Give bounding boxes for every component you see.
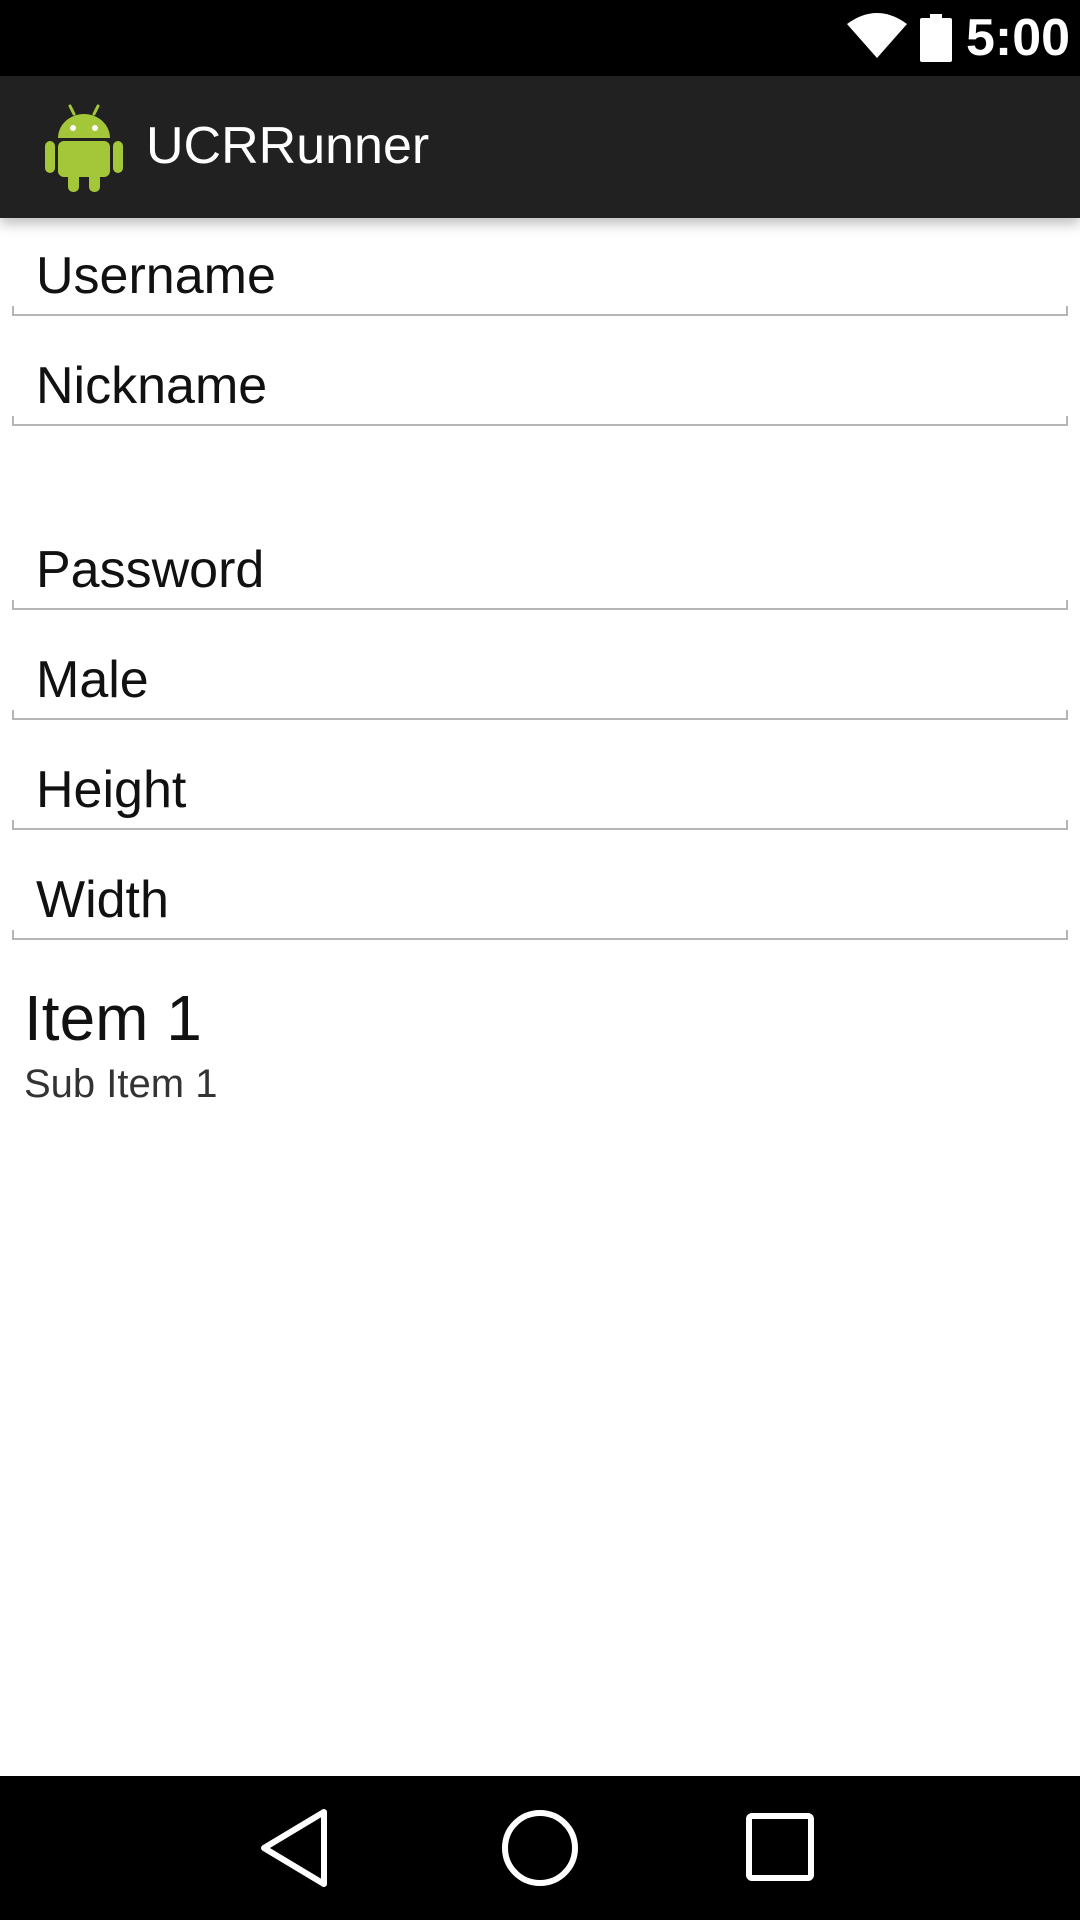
wifi-icon bbox=[847, 13, 907, 58]
app-title: UCRRunner bbox=[146, 117, 430, 175]
list-item-title: Item 1 bbox=[24, 982, 202, 1054]
height-hint: Height bbox=[36, 761, 187, 819]
android-icon bbox=[45, 104, 123, 192]
password-hint: Password bbox=[36, 541, 265, 599]
nickname-hint: Nickname bbox=[36, 357, 268, 415]
gender-field[interactable]: Male bbox=[12, 634, 1068, 720]
nickname-field[interactable]: Nickname bbox=[12, 340, 1068, 426]
password-underline bbox=[12, 600, 1068, 610]
gender-hint: Male bbox=[36, 651, 149, 709]
status-bar: 5:00 bbox=[0, 0, 1080, 76]
password-field[interactable]: Password bbox=[12, 524, 1068, 610]
height-underline bbox=[12, 820, 1068, 830]
nickname-underline bbox=[12, 416, 1068, 426]
width-underline bbox=[12, 930, 1068, 940]
action-bar: UCRRunner bbox=[0, 76, 1080, 218]
screen: 5:00 UCRRunner Username Nickname Passwor… bbox=[0, 0, 1080, 1920]
username-hint: Username bbox=[36, 247, 276, 305]
back-icon[interactable] bbox=[246, 1802, 346, 1894]
list-item-subtitle: Sub Item 1 bbox=[24, 1062, 218, 1106]
gender-underline bbox=[12, 710, 1068, 720]
width-hint: Width bbox=[36, 871, 169, 929]
list-item[interactable]: Item 1 Sub Item 1 bbox=[24, 980, 217, 1108]
width-field[interactable]: Width bbox=[12, 854, 1068, 940]
username-field[interactable]: Username bbox=[12, 230, 1068, 316]
home-icon[interactable] bbox=[490, 1802, 590, 1894]
battery-icon bbox=[920, 14, 952, 62]
recents-icon[interactable] bbox=[730, 1802, 830, 1894]
height-field[interactable]: Height bbox=[12, 744, 1068, 830]
status-clock: 5:00 bbox=[966, 9, 1071, 67]
username-underline bbox=[12, 306, 1068, 316]
navigation-bar bbox=[0, 1776, 1080, 1920]
